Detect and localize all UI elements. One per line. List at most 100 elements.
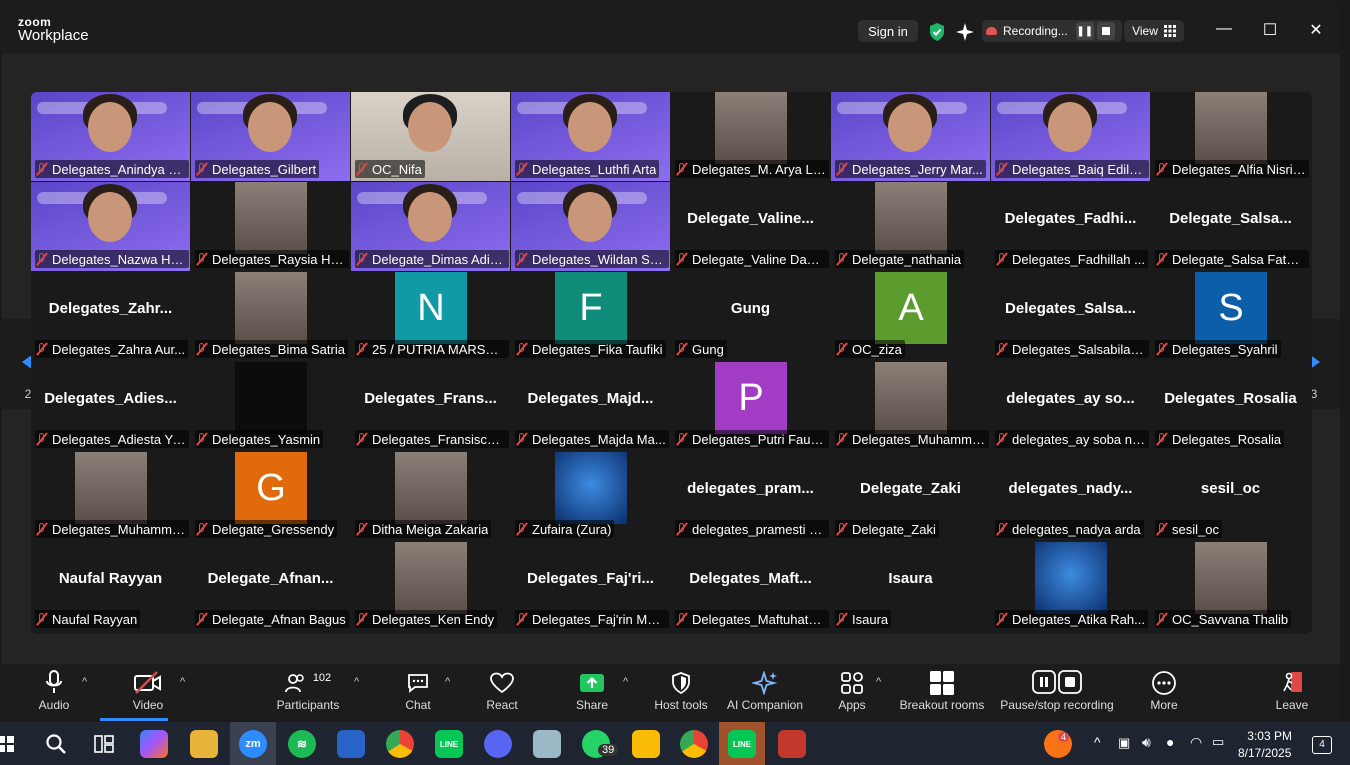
zoom-app-icon[interactable]: zm — [239, 730, 267, 758]
participant-tile[interactable]: N 25 / PUTRIA MARSHA... — [351, 272, 510, 361]
participant-tile[interactable]: Naufal Rayyan Naufal Rayyan — [31, 542, 190, 631]
participant-tile[interactable]: Delegates_Baiq Edila ... — [991, 92, 1150, 181]
chrome-icon[interactable] — [386, 730, 414, 758]
participant-tile[interactable]: delegates_nady... delegates_nadya arda — [991, 452, 1150, 541]
participant-tile[interactable]: Delegates_Nazwa Ha... — [31, 182, 190, 271]
participant-tile[interactable]: A OC_ziza — [831, 272, 990, 361]
participant-tile[interactable]: Delegate_Valine... Delegate_Valine Dani..… — [671, 182, 830, 271]
participant-tile[interactable]: Delegates_Yasmin — [191, 362, 350, 451]
participant-tile[interactable]: Delegate_Afnan... Delegate_Afnan Bagus — [191, 542, 350, 631]
view-button[interactable]: View — [1124, 20, 1184, 42]
video-button[interactable]: Video — [106, 664, 190, 720]
microphone-tray-icon[interactable]: ● — [1166, 734, 1174, 750]
participant-tile[interactable]: Delegates_Fadhi... Delegates_Fadhillah ..… — [991, 182, 1150, 271]
spotify-icon[interactable]: ≋ — [288, 730, 316, 758]
participant-tile[interactable]: Delegates_Anindya K... — [31, 92, 190, 181]
tray-camera-icon[interactable]: ▣ — [1118, 735, 1130, 751]
participant-tile[interactable]: Delegates_Muhamma... — [831, 362, 990, 451]
pause-stop-recording-button[interactable]: Pause/stop recording — [998, 664, 1116, 720]
chrome-profile-icon[interactable] — [680, 730, 708, 758]
ai-companion-button[interactable]: AI Companion — [714, 664, 816, 720]
clock-time[interactable]: 3:03 PM — [1240, 729, 1292, 743]
sign-in-button[interactable]: Sign in — [858, 20, 918, 42]
notes-app-icon[interactable] — [533, 730, 561, 758]
audio-options-caret[interactable]: ^ — [82, 676, 87, 688]
line-icon[interactable]: LINE — [435, 730, 463, 758]
chat-button[interactable]: Chat — [376, 664, 460, 720]
more-button[interactable]: More — [1122, 664, 1206, 720]
participant-tile[interactable]: Ditha Meiga Zakaria — [351, 452, 510, 541]
participant-tile[interactable]: Isaura Isaura — [831, 542, 990, 631]
participant-tile[interactable]: Delegates_Frans... Delegates_Fransisca ..… — [351, 362, 510, 451]
encryption-shield-icon[interactable] — [928, 22, 946, 47]
react-button[interactable]: React — [460, 664, 544, 720]
participant-tile[interactable]: S Delegates_Syahril — [1151, 272, 1310, 361]
participant-tile[interactable]: Delegates_Atika Rah... — [991, 542, 1150, 631]
audio-button[interactable]: Audio — [12, 664, 96, 720]
participant-tile[interactable]: Delegates_Faj'ri... Delegates_Faj'rin Mar… — [511, 542, 670, 631]
participant-tile[interactable]: Delegates_Bima Satria — [191, 272, 350, 361]
participant-tile[interactable]: Delegates_Maft... Delegates_Maftuhatu... — [671, 542, 830, 631]
stop-recording-button[interactable] — [1096, 22, 1115, 40]
windows-start-icon[interactable] — [0, 730, 18, 758]
participant-tile[interactable]: Delegates_Salsa... Delegates_Salsabila L.… — [991, 272, 1150, 361]
search-icon[interactable] — [42, 730, 70, 758]
breakout-rooms-button[interactable]: Breakout rooms — [896, 664, 988, 720]
snipping-tool-icon[interactable] — [778, 730, 806, 758]
participant-tile[interactable]: F Delegates_Fika Taufiki — [511, 272, 670, 361]
participant-tile[interactable]: sesil_oc sesil_oc — [1151, 452, 1310, 541]
host-tools-button[interactable]: Host tools — [639, 664, 723, 720]
share-options-caret[interactable]: ^ — [623, 676, 628, 688]
app-shortcut-icon[interactable] — [337, 730, 365, 758]
close-button[interactable]: ✕ — [1304, 20, 1328, 40]
participant-tile[interactable]: Delegate_Dimas Aditya — [351, 182, 510, 271]
notification-center[interactable]: 4 — [1312, 736, 1332, 754]
tray-chevron-icon[interactable]: ^ — [1094, 734, 1101, 750]
recording-indicator[interactable]: Recording... ❚❚ — [982, 20, 1122, 42]
participant-tile[interactable]: Delegate_Zaki Delegate_Zaki — [831, 452, 990, 541]
participant-tile[interactable]: Gung Gung — [671, 272, 830, 361]
participant-tile[interactable]: delegates_pram... delegates_pramesti ri..… — [671, 452, 830, 541]
apps-options-caret[interactable]: ^ — [876, 676, 881, 688]
speaker-icon[interactable]: 🔊︎ — [1142, 734, 1151, 751]
participant-tile[interactable]: Delegates_Ken Endy — [351, 542, 510, 631]
participant-tile[interactable]: Delegates_M. Arya La... — [671, 92, 830, 181]
video-options-caret[interactable]: ^ — [180, 676, 185, 688]
apps-button[interactable]: Apps — [810, 664, 894, 720]
wifi-icon[interactable]: ◠ — [1190, 734, 1202, 751]
leave-button[interactable]: Leave — [1250, 664, 1334, 720]
participants-options-caret[interactable]: ^ — [354, 676, 359, 688]
participant-tile[interactable]: Delegates_Rosalia Delegates_Rosalia — [1151, 362, 1310, 451]
pause-recording-button[interactable]: ❚❚ — [1075, 22, 1094, 40]
participant-tile[interactable]: Delegates_Zahr... Delegates_Zahra Aur... — [31, 272, 190, 361]
minimize-button[interactable]: — — [1212, 20, 1236, 38]
participant-tile[interactable]: Delegates_Alfia Nisrin... — [1151, 92, 1310, 181]
line-active-icon[interactable]: LINE — [728, 730, 756, 758]
participant-tile[interactable]: Delegate_nathania — [831, 182, 990, 271]
participant-tile[interactable]: Delegates_Raysia Hu... — [191, 182, 350, 271]
google-keep-icon[interactable] — [632, 730, 660, 758]
participant-tile[interactable]: Delegates_Adies... Delegates_Adiesta Yu..… — [31, 362, 190, 451]
participant-tile[interactable]: delegates_ay so... delegates_ay soba nu..… — [991, 362, 1150, 451]
participants-button[interactable]: 102 Participants — [266, 664, 350, 720]
participant-tile[interactable]: Delegates_Majd... Delegates_Majda Ma... — [511, 362, 670, 451]
discord-icon[interactable] — [484, 730, 512, 758]
participant-tile[interactable]: Delegates_Gilbert — [191, 92, 350, 181]
maximize-button[interactable]: ☐ — [1258, 20, 1282, 40]
task-view-icon[interactable] — [90, 730, 118, 758]
participant-tile[interactable]: Delegates_Luthfi Arta — [511, 92, 670, 181]
share-button[interactable]: Share — [550, 664, 634, 720]
participant-tile[interactable]: P Delegates_Putri Fauzi... — [671, 362, 830, 451]
participant-tile[interactable]: OC_Nifa — [351, 92, 510, 181]
chat-options-caret[interactable]: ^ — [445, 676, 450, 688]
participant-tile[interactable]: OC_Savvana Thalib — [1151, 542, 1310, 631]
ai-sparkle-icon[interactable] — [955, 22, 975, 47]
participant-tile[interactable]: Zufaira (Zura) — [511, 452, 670, 541]
participant-tile[interactable]: Delegates_Wildan Sy... — [511, 182, 670, 271]
participant-tile[interactable]: Delegate_Salsa... Delegate_Salsa Fatma... — [1151, 182, 1310, 271]
participant-tile[interactable]: Delegates_Jerry Mar... — [831, 92, 990, 181]
participant-tile[interactable]: G Delegate_Gressendy — [191, 452, 350, 541]
file-explorer-icon[interactable] — [190, 730, 218, 758]
copilot-icon[interactable] — [140, 730, 168, 758]
battery-icon[interactable]: ▭ — [1212, 734, 1224, 750]
